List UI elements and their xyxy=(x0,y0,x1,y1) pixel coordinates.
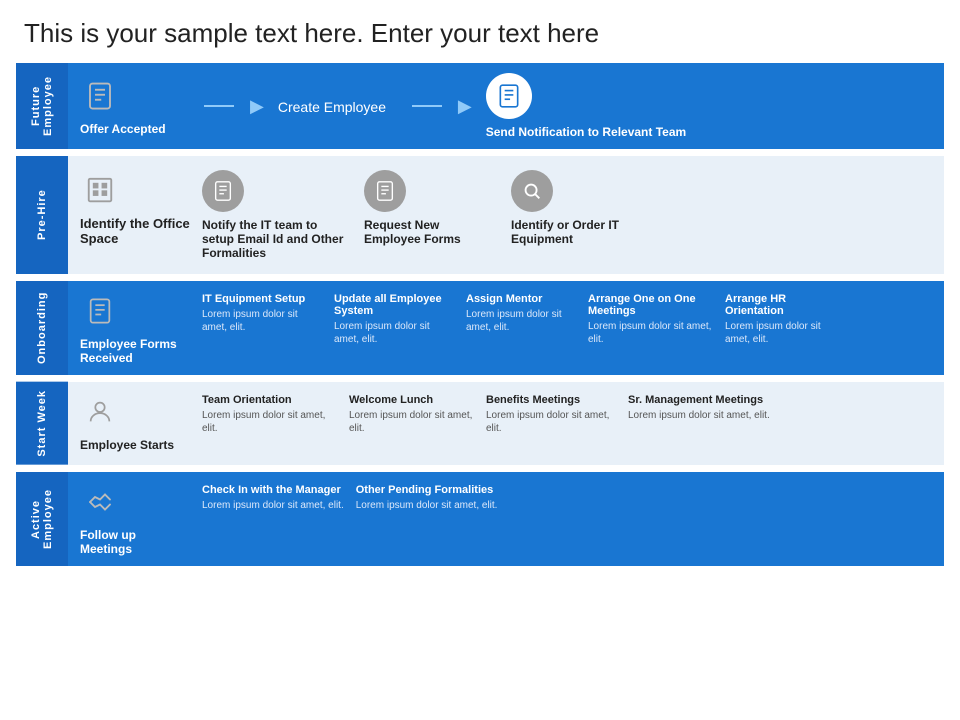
update-system-body: Lorem ipsum dolor sit amet, elit. xyxy=(334,320,454,346)
row-pre-hire: Pre-Hire Identify the Office Space xyxy=(16,156,944,274)
request-forms-label: Request New Employee Forms xyxy=(364,218,499,246)
order-equipment-label: Identify or Order IT Equipment xyxy=(511,218,646,246)
row-label-onboarding: Onboarding xyxy=(16,281,68,375)
pending-label: Other Pending Formalities xyxy=(356,484,494,496)
row-label-future: FutureEmployee xyxy=(16,63,68,149)
hr-orientation-body: Lorem ipsum dolor sit amet, elit. xyxy=(725,320,845,346)
welcome-lunch-label: Welcome Lunch xyxy=(349,394,433,406)
benefits-meetings-body: Lorem ipsum dolor sit amet, elit. xyxy=(486,409,616,435)
it-setup-body: Lorem ipsum dolor sit amet, elit. xyxy=(202,308,322,334)
identify-office-label: Identify the Office Space xyxy=(80,216,190,246)
cell-sr-mgmt-meetings: Sr. Management Meetings Lorem ipsum dolo… xyxy=(628,392,770,422)
doc-icon-notification xyxy=(486,73,532,119)
checkin-label: Check In with the Manager xyxy=(202,484,341,496)
forms-received-label: Employee Forms Received xyxy=(80,337,190,365)
cell-one-meetings: Arrange One on One Meetings Lorem ipsum … xyxy=(588,291,713,346)
person-icon xyxy=(80,392,120,432)
cell-offer-accepted: Offer Accepted xyxy=(80,76,190,136)
search-icon xyxy=(511,170,553,212)
cell-order-equipment: Identify or Order IT Equipment xyxy=(511,170,646,246)
cell-benefits-meetings: Benefits Meetings Lorem ipsum dolor sit … xyxy=(486,392,616,435)
hr-orientation-label: Arrange HR Orientation xyxy=(725,293,845,317)
welcome-lunch-body: Lorem ipsum dolor sit amet, elit. xyxy=(349,409,474,435)
cell-update-system: Update all Employee System Lorem ipsum d… xyxy=(334,291,454,346)
update-system-label: Update all Employee System xyxy=(334,293,454,317)
employee-starts-label: Employee Starts xyxy=(80,438,174,452)
team-orientation-label: Team Orientation xyxy=(202,394,292,406)
cell-employee-starts: Employee Starts xyxy=(80,392,190,452)
cell-assign-mentor: Assign Mentor Lorem ipsum dolor sit amet… xyxy=(466,291,576,334)
arrow-1 xyxy=(204,105,234,107)
row-active-employee: ActiveEmployee Follow up Meetings Check … xyxy=(16,472,944,566)
notify-it-label: Notify the IT team to setup Email Id and… xyxy=(202,218,352,260)
send-notification-label: Send Notification to Relevant Team xyxy=(486,125,686,139)
cell-request-forms: Request New Employee Forms xyxy=(364,170,499,246)
row-label-prehire: Pre-Hire xyxy=(16,156,68,274)
cell-welcome-lunch: Welcome Lunch Lorem ipsum dolor sit amet… xyxy=(349,392,474,435)
doc-icon-forms xyxy=(364,170,406,212)
row-label-active: ActiveEmployee xyxy=(16,472,68,566)
assign-mentor-body: Lorem ipsum dolor sit amet, elit. xyxy=(466,308,576,334)
it-setup-label: IT Equipment Setup xyxy=(202,293,305,305)
row-onboarding: Onboarding Employee Forms Received IT Eq… xyxy=(16,281,944,375)
page-title: This is your sample text here. Enter you… xyxy=(0,0,960,59)
cell-create-employee: Create Employee xyxy=(278,97,398,115)
building-icon xyxy=(80,170,120,210)
cell-identify-office: Identify the Office Space xyxy=(80,170,190,246)
cell-notify-it: Notify the IT team to setup Email Id and… xyxy=(202,170,352,260)
row-start-week: Start Week Employee Starts Team Orientat… xyxy=(16,382,944,465)
cell-it-setup: IT Equipment Setup Lorem ipsum dolor sit… xyxy=(202,291,322,334)
arrow-icon-1: ▶ xyxy=(248,96,266,117)
arrow-2 xyxy=(412,105,442,107)
cell-send-notification: Send Notification to Relevant Team xyxy=(486,73,686,139)
followup-label: Follow up Meetings xyxy=(80,528,190,556)
benefits-meetings-label: Benefits Meetings xyxy=(486,394,580,406)
cell-team-orientation: Team Orientation Lorem ipsum dolor sit a… xyxy=(202,392,337,435)
sr-mgmt-label: Sr. Management Meetings xyxy=(628,394,763,406)
create-employee-label: Create Employee xyxy=(278,99,386,115)
handshake-icon xyxy=(80,482,120,522)
doc-icon-forms-received xyxy=(80,291,120,331)
cell-hr-orientation: Arrange HR Orientation Lorem ipsum dolor… xyxy=(725,291,845,346)
cell-forms-received: Employee Forms Received xyxy=(80,291,190,365)
team-orientation-body: Lorem ipsum dolor sit amet, elit. xyxy=(202,409,337,435)
pending-body: Lorem ipsum dolor sit amet, elit. xyxy=(356,499,498,512)
doc-icon-it xyxy=(202,170,244,212)
cell-checkin-manager: Check In with the Manager Lorem ipsum do… xyxy=(202,482,344,512)
arrow-icon-2: ▶ xyxy=(456,96,474,117)
checkin-body: Lorem ipsum dolor sit amet, elit. xyxy=(202,499,344,512)
sr-mgmt-body: Lorem ipsum dolor sit amet, elit. xyxy=(628,409,770,422)
content-area: FutureEmployee Offer Accepted ▶ xyxy=(16,63,944,570)
assign-mentor-label: Assign Mentor xyxy=(466,293,542,305)
one-meetings-label: Arrange One on One Meetings xyxy=(588,293,713,317)
one-meetings-body: Lorem ipsum dolor sit amet, elit. xyxy=(588,320,713,346)
cell-followup-meetings: Follow up Meetings xyxy=(80,482,190,556)
row-future-employee: FutureEmployee Offer Accepted ▶ xyxy=(16,63,944,149)
offer-accepted-label: Offer Accepted xyxy=(80,122,166,136)
row-label-startweek: Start Week xyxy=(16,382,68,465)
doc-icon-offer xyxy=(80,76,120,116)
cell-pending-formalities: Other Pending Formalities Lorem ipsum do… xyxy=(356,482,498,512)
